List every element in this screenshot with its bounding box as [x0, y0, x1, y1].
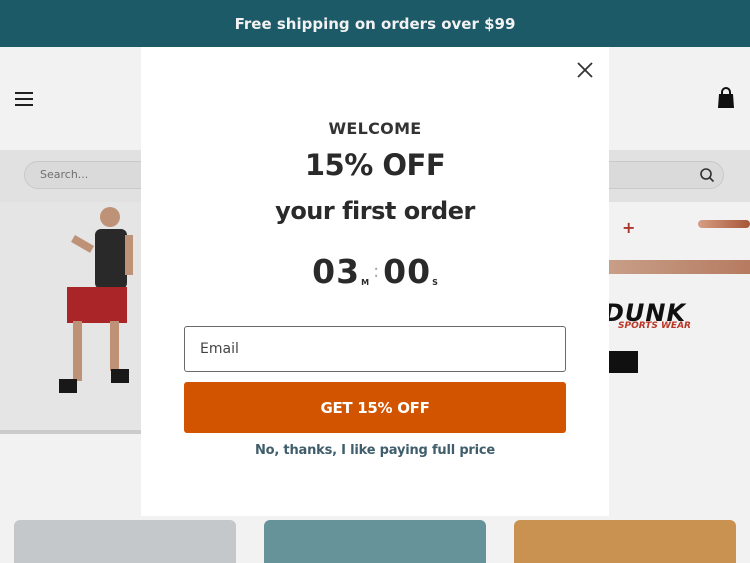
- discount-popup: WELCOME 15% OFF your first order 03M: 00S…: [141, 47, 609, 516]
- close-icon[interactable]: [575, 60, 595, 80]
- countdown-timer: 03M: 00S: [141, 252, 609, 291]
- timer-separator: :: [373, 261, 380, 282]
- timer-minutes-unit: M: [361, 278, 370, 287]
- popup-offer: 15% OFF: [304, 148, 446, 182]
- decline-link[interactable]: No, thanks, I like paying full price: [141, 443, 609, 458]
- timer-seconds: 00: [383, 252, 432, 291]
- timer-minutes: 03: [312, 252, 361, 291]
- popup-welcome: WELCOME: [328, 119, 422, 138]
- email-field[interactable]: [184, 326, 566, 372]
- popup-subline: your first order: [275, 197, 475, 225]
- timer-seconds-unit: S: [432, 278, 438, 287]
- get-discount-button[interactable]: GET 15% OFF: [184, 382, 566, 433]
